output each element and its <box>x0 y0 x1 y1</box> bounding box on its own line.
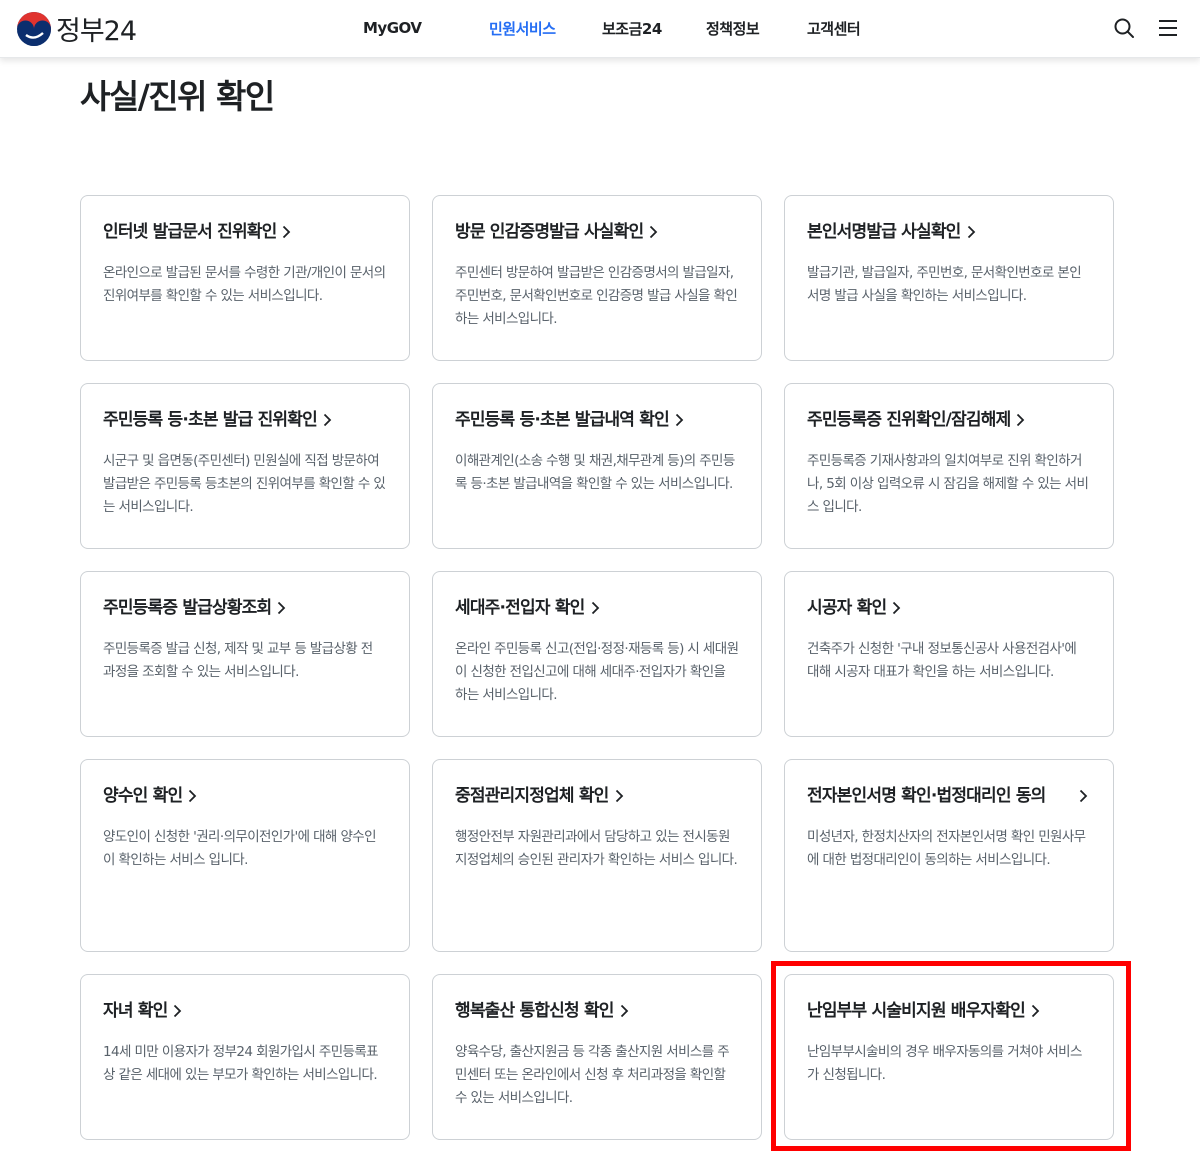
logo-text: 정부24 <box>56 16 137 47</box>
chevron-right-icon <box>188 782 200 810</box>
chevron-right-icon <box>591 594 603 622</box>
card-description: 주민등록증 발급 신청, 제작 및 교부 등 발급상황 전 과정을 조회할 수 … <box>103 641 373 680</box>
government-emblem-icon <box>17 11 51 46</box>
card-description: 행정안전부 자원관리과에서 담당하고 있는 전시동원 지정업체의 승인된 관리자… <box>455 829 738 868</box>
nav-item-civil-service[interactable]: 민원서비스 <box>489 18 602 39</box>
service-card[interactable]: 주민등록증 진위확인/잠김해제 주민등록증 기재사항과의 일치여부로 진위 확인… <box>784 383 1114 549</box>
chevron-right-icon <box>1079 782 1091 810</box>
card-title: 주민등록증 진위확인/잠김해제 <box>807 406 1091 434</box>
card-title-text: 주민등록증 진위확인/잠김해제 <box>807 410 1011 430</box>
card-title-text: 자녀 확인 <box>103 1001 168 1021</box>
card-description: 난임부부시술비의 경우 배우자동의를 거쳐야 서비스가 신청됩니다. <box>807 1044 1082 1083</box>
nav-item-mygov[interactable]: MyGOV <box>363 19 489 37</box>
card-title-text: 시공자 확인 <box>807 598 887 618</box>
card-title: 인터넷 발급문서 진위확인 <box>103 218 387 246</box>
service-card[interactable]: 인터넷 발급문서 진위확인 온라인으로 발급된 문서를 수령한 기관/개인이 문… <box>80 195 410 361</box>
card-title-text: 행복출산 통합신청 확인 <box>455 1001 614 1021</box>
card-title: 중점관리지정업체 확인 <box>455 782 739 810</box>
service-card[interactable]: 세대주·전입자 확인 온라인 주민등록 신고(전입·정정·재등록 등) 시 세대… <box>432 571 762 737</box>
card-description: 온라인으로 발급된 문서를 수령한 기관/개인이 문서의 진위여부를 확인할 수… <box>103 265 386 304</box>
card-description: 미성년자, 한정치산자의 전자본인서명 확인 민원사무에 대한 법정대리인이 동… <box>807 829 1086 868</box>
card-title-text: 본인서명발급 사실확인 <box>807 222 961 242</box>
card-title: 양수인 확인 <box>103 782 387 810</box>
card-description: 시군구 및 읍면동(주민센터) 민원실에 직접 방문하여 발급받은 주민등록 등… <box>103 453 386 515</box>
card-title: 주민등록증 발급상황조회 <box>103 594 387 622</box>
card-title-text: 인터넷 발급문서 진위확인 <box>103 222 277 242</box>
logo-link[interactable]: 정부24 <box>16 9 137 48</box>
card-description: 14세 미만 이용자가 정부24 회원가입시 주민등록표상 같은 세대에 있는 … <box>103 1044 379 1083</box>
service-card[interactable]: 시공자 확인 건축주가 신청한 '구내 정보통신공사 사용전검사'에 대해 시공… <box>784 571 1114 737</box>
chevron-right-icon <box>892 594 904 622</box>
card-title-text: 전자본인서명 확인·법정대리인 동의 <box>807 786 1046 806</box>
chevron-right-icon <box>282 218 294 246</box>
card-description: 주민등록증 기재사항과의 일치여부로 진위 확인하거나, 5회 이상 입력오류 … <box>807 453 1089 515</box>
service-card[interactable]: 주민등록증 발급상황조회 주민등록증 발급 신청, 제작 및 교부 등 발급상황… <box>80 571 410 737</box>
card-title: 전자본인서명 확인·법정대리인 동의 <box>807 782 1091 810</box>
chevron-right-icon <box>277 594 289 622</box>
service-card[interactable]: 양수인 확인 양도인이 신청한 '권리·의무이전인가'에 대해 양수인이 확인하… <box>80 759 410 952</box>
service-card[interactable]: 주민등록 등·초본 발급 진위확인 시군구 및 읍면동(주민센터) 민원실에 직… <box>80 383 410 549</box>
service-card[interactable]: 자녀 확인 14세 미만 이용자가 정부24 회원가입시 주민등록표상 같은 세… <box>80 974 410 1140</box>
chevron-right-icon <box>967 218 979 246</box>
card-title-text: 방문 인감증명발급 사실확인 <box>455 222 644 242</box>
chevron-right-icon <box>1031 997 1043 1025</box>
card-title: 행복출산 통합신청 확인 <box>455 997 739 1025</box>
search-icon <box>1114 18 1134 38</box>
service-card[interactable]: 주민등록 등·초본 발급내역 확인 이해관계인(소송 수행 및 채권,채무관계 … <box>432 383 762 549</box>
card-description: 양도인이 신청한 '권리·의무이전인가'에 대해 양수인이 확인하는 서비스 입… <box>103 829 377 868</box>
card-title: 자녀 확인 <box>103 997 387 1025</box>
card-title: 주민등록 등·초본 발급 진위확인 <box>103 406 387 434</box>
card-title-text: 주민등록 등·초본 발급내역 확인 <box>455 410 670 430</box>
card-description: 이해관계인(소송 수행 및 채권,채무관계 등)의 주민등록 등·초본 발급내역… <box>455 453 735 492</box>
top-header: 정부24 MyGOV 민원서비스 보조금24 정책정보 고객센터 <box>0 0 1200 58</box>
chevron-right-icon <box>1016 406 1028 434</box>
service-card[interactable]: 본인서명발급 사실확인 발급기관, 발급일자, 주민번호, 문서확인번호로 본인… <box>784 195 1114 361</box>
service-card[interactable]: 방문 인감증명발급 사실확인 주민센터 방문하여 발급받은 인감증명서의 발급일… <box>432 195 762 361</box>
card-description: 양육수당, 출산지원금 등 각종 출산지원 서비스를 주민센터 또는 온라인에서… <box>455 1044 730 1106</box>
chevron-right-icon <box>620 997 632 1025</box>
service-card[interactable]: 중점관리지정업체 확인 행정안전부 자원관리과에서 담당하고 있는 전시동원 지… <box>432 759 762 952</box>
card-title-text: 양수인 확인 <box>103 786 183 806</box>
card-title: 시공자 확인 <box>807 594 1091 622</box>
card-description: 온라인 주민등록 신고(전입·정정·재등록 등) 시 세대원이 신청한 전입신고… <box>455 641 739 703</box>
service-card-highlighted[interactable]: 난임부부 시술비지원 배우자확인 난임부부시술비의 경우 배우자동의를 거쳐야 … <box>784 974 1114 1140</box>
search-button[interactable] <box>1110 14 1138 42</box>
card-description: 발급기관, 발급일자, 주민번호, 문서확인번호로 본인서명 발급 사실을 확인… <box>807 265 1082 304</box>
card-title: 주민등록 등·초본 발급내역 확인 <box>455 406 739 434</box>
card-title: 본인서명발급 사실확인 <box>807 218 1091 246</box>
nav-item-policy-info[interactable]: 정책정보 <box>706 18 807 39</box>
nav-item-customer-center[interactable]: 고객센터 <box>807 18 887 39</box>
chevron-right-icon <box>173 997 185 1025</box>
service-card[interactable]: 전자본인서명 확인·법정대리인 동의 미성년자, 한정치산자의 전자본인서명 확… <box>784 759 1114 952</box>
card-title-text: 중점관리지정업체 확인 <box>455 786 609 806</box>
card-title-text: 주민등록 등·초본 발급 진위확인 <box>103 410 318 430</box>
hamburger-menu-icon <box>1159 20 1177 36</box>
menu-button[interactable] <box>1154 14 1182 42</box>
nav-item-subsidy24[interactable]: 보조금24 <box>602 18 706 39</box>
page-title: 사실/진위 확인 <box>80 77 275 116</box>
card-title-text: 난임부부 시술비지원 배우자확인 <box>807 1001 1026 1021</box>
card-title-text: 주민등록증 발급상황조회 <box>103 598 272 618</box>
service-card[interactable]: 행복출산 통합신청 확인 양육수당, 출산지원금 등 각종 출산지원 서비스를 … <box>432 974 762 1140</box>
chevron-right-icon <box>649 218 661 246</box>
card-title: 난임부부 시술비지원 배우자확인 <box>807 997 1091 1025</box>
card-description: 건축주가 신청한 '구내 정보통신공사 사용전검사'에 대해 시공자 대표가 확… <box>807 641 1077 680</box>
main-nav: MyGOV 민원서비스 보조금24 정책정보 고객센터 <box>363 0 887 56</box>
chevron-right-icon <box>675 406 687 434</box>
chevron-right-icon <box>323 406 335 434</box>
card-title: 방문 인감증명발급 사실확인 <box>455 218 739 246</box>
chevron-right-icon <box>615 782 627 810</box>
card-title: 세대주·전입자 확인 <box>455 594 739 622</box>
card-title-text: 세대주·전입자 확인 <box>455 598 585 618</box>
card-description: 주민센터 방문하여 발급받은 인감증명서의 발급일자, 주민번호, 문서확인번호… <box>455 265 738 327</box>
